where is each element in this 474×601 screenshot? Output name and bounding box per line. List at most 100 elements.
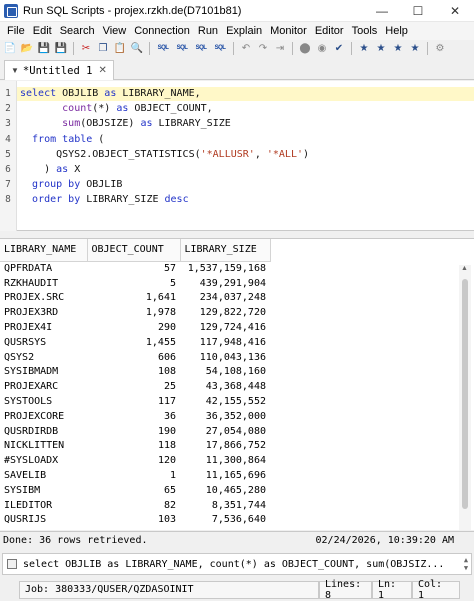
cell-library-size[interactable]: 36,352,000 xyxy=(180,409,270,424)
results-grid[interactable]: LIBRARY_NAME OBJECT_COUNT LIBRARY_SIZE Q… xyxy=(0,238,474,530)
cell-object-count[interactable]: 118 xyxy=(87,439,180,454)
message-scroll-icon[interactable]: ▲ ▼ xyxy=(461,556,471,572)
cell-library-size[interactable]: 10,465,280 xyxy=(180,483,270,498)
cell-library-size[interactable]: 1,537,159,168 xyxy=(180,261,270,276)
table-row[interactable]: QPFRDATA 57 1,537,159,168 xyxy=(0,261,270,276)
table-row[interactable]: SYSTOOLS 117 42,155,552 xyxy=(0,394,270,409)
cell-library-size[interactable]: 27,054,080 xyxy=(180,424,270,439)
cell-library-name[interactable]: QSYS2 xyxy=(0,350,87,365)
table-row[interactable]: SAVELIB 1 11,165,696 xyxy=(0,468,270,483)
cell-library-size[interactable]: 117,948,416 xyxy=(180,335,270,350)
menu-help[interactable]: Help xyxy=(381,25,412,37)
cell-object-count[interactable]: 1,455 xyxy=(87,335,180,350)
close-icon[interactable]: ✕ xyxy=(436,0,474,22)
tab-untitled-1[interactable]: ▼ *Untitled 1 ✕ xyxy=(4,60,114,80)
cell-object-count[interactable]: 606 xyxy=(87,350,180,365)
table-row[interactable]: PROJEX.SRC 1,641 234,037,248 xyxy=(0,291,270,306)
run-to-sql-icon[interactable]: SQL xyxy=(212,41,228,55)
minimize-icon[interactable]: — xyxy=(364,0,400,22)
table-row[interactable]: PROJEX3RD 1,978 129,822,720 xyxy=(0,305,270,320)
cell-object-count[interactable]: 57 xyxy=(87,261,180,276)
table-row[interactable]: PROJEXARC 25 43,368,448 xyxy=(0,379,270,394)
cell-library-size[interactable]: 129,724,416 xyxy=(180,320,270,335)
table-row[interactable]: QSYS2 606 110,043,136 xyxy=(0,350,270,365)
trace-icon[interactable]: ★ xyxy=(408,41,422,55)
cell-library-name[interactable]: PROJEX4I xyxy=(0,320,87,335)
cut-icon[interactable]: ✂ xyxy=(79,41,93,55)
cell-library-name[interactable]: SYSIBMADM xyxy=(0,365,87,380)
monitor-icon[interactable]: ★ xyxy=(391,41,405,55)
cell-library-name[interactable]: SAVELIB xyxy=(0,468,87,483)
cell-object-count[interactable]: 103 xyxy=(87,513,180,528)
results-vertical-scrollbar[interactable]: ▲ xyxy=(459,265,471,530)
settings-icon[interactable]: ⚙ xyxy=(433,41,447,55)
cell-object-count[interactable]: 36 xyxy=(87,409,180,424)
cell-library-name[interactable]: QUSRIJS xyxy=(0,513,87,528)
cell-library-size[interactable]: 43,368,448 xyxy=(180,379,270,394)
column-header-library-name[interactable]: LIBRARY_NAME xyxy=(0,239,88,262)
cell-library-size[interactable]: 234,037,248 xyxy=(180,291,270,306)
undo-icon[interactable]: ↶ xyxy=(239,41,253,55)
cell-library-name[interactable]: ILEDITOR xyxy=(0,498,87,513)
cell-library-size[interactable]: 11,300,864 xyxy=(180,453,270,468)
table-row[interactable]: QUSRDIRDB 190 27,054,080 xyxy=(0,424,270,439)
menu-connection[interactable]: Connection xyxy=(130,25,194,37)
table-row[interactable]: RZKHAUDIT 5 439,291,904 xyxy=(0,276,270,291)
menu-explain[interactable]: Explain xyxy=(222,25,266,37)
cell-library-size[interactable]: 17,866,752 xyxy=(180,439,270,454)
menu-search[interactable]: Search xyxy=(56,25,99,37)
cell-library-size[interactable]: 129,822,720 xyxy=(180,305,270,320)
table-row[interactable]: ILEDITOR 82 8,351,744 xyxy=(0,498,270,513)
cell-library-name[interactable]: SYSTOOLS xyxy=(0,394,87,409)
cell-library-size[interactable]: 42,155,552 xyxy=(180,394,270,409)
cancel-icon[interactable]: ◉ xyxy=(315,41,329,55)
table-row[interactable]: QUSRSYS 1,455 117,948,416 xyxy=(0,335,270,350)
cell-object-count[interactable]: 1,641 xyxy=(87,291,180,306)
cell-library-name[interactable]: PROJEXARC xyxy=(0,379,87,394)
save-as-icon[interactable]: 💾 xyxy=(54,41,68,55)
cell-object-count[interactable]: 65 xyxy=(87,483,180,498)
column-header-object-count[interactable]: OBJECT_COUNT xyxy=(87,239,181,262)
cell-library-size[interactable]: 11,165,696 xyxy=(180,468,270,483)
cell-object-count[interactable]: 1 xyxy=(87,468,180,483)
menu-edit[interactable]: Edit xyxy=(29,25,56,37)
menu-tools[interactable]: Tools xyxy=(348,25,382,37)
cell-object-count[interactable]: 120 xyxy=(87,453,180,468)
cell-library-size[interactable]: 110,043,136 xyxy=(180,350,270,365)
run-selected-sql-icon[interactable]: SQL xyxy=(174,41,190,55)
scrollbar-thumb[interactable] xyxy=(462,279,468,509)
menu-monitor[interactable]: Monitor xyxy=(266,25,311,37)
menu-run[interactable]: Run xyxy=(194,25,222,37)
cell-library-size[interactable]: 54,108,160 xyxy=(180,365,270,380)
tab-dropdown-icon[interactable]: ▼ xyxy=(11,66,19,75)
explain-icon[interactable]: ★ xyxy=(374,41,388,55)
scroll-up-icon[interactable]: ▲ xyxy=(461,265,468,272)
cell-library-name[interactable]: #SYSLOADX xyxy=(0,453,87,468)
cell-object-count[interactable]: 190 xyxy=(87,424,180,439)
cell-library-size[interactable]: 7,536,640 xyxy=(180,513,270,528)
cell-library-name[interactable]: PROJEX.SRC xyxy=(0,291,87,306)
cell-object-count[interactable]: 82 xyxy=(87,498,180,513)
cell-library-name[interactable]: PROJEX3RD xyxy=(0,305,87,320)
cell-library-name[interactable]: QPFRDATA xyxy=(0,261,87,276)
table-row[interactable]: NICKLITTEN 118 17,866,752 xyxy=(0,439,270,454)
table-row[interactable]: PROJEX4I 290 129,724,416 xyxy=(0,320,270,335)
copy-icon[interactable]: ❐ xyxy=(96,41,110,55)
cell-library-name[interactable]: SYSIBM xyxy=(0,483,87,498)
menu-file[interactable]: File xyxy=(3,25,29,37)
commit-icon[interactable]: ✔ xyxy=(332,41,346,55)
save-icon[interactable]: 💾 xyxy=(37,41,51,55)
cell-library-size[interactable]: 8,351,744 xyxy=(180,498,270,513)
paste-icon[interactable]: 📋 xyxy=(113,41,127,55)
cell-library-name[interactable]: PROJEXCORE xyxy=(0,409,87,424)
cell-object-count[interactable]: 25 xyxy=(87,379,180,394)
column-header-library-size[interactable]: LIBRARY_SIZE xyxy=(180,239,271,262)
redo-icon[interactable]: ↷ xyxy=(256,41,270,55)
cell-library-name[interactable]: QUSRDIRDB xyxy=(0,424,87,439)
run-all-sql-icon[interactable]: SQL xyxy=(155,41,171,55)
sql-editor[interactable]: 12345678 select OBJLIB as LIBRARY_NAME, … xyxy=(0,81,474,231)
visual-explain-icon[interactable]: ★ xyxy=(357,41,371,55)
cell-object-count[interactable]: 290 xyxy=(87,320,180,335)
cell-object-count[interactable]: 1,978 xyxy=(87,305,180,320)
cell-library-size[interactable]: 439,291,904 xyxy=(180,276,270,291)
